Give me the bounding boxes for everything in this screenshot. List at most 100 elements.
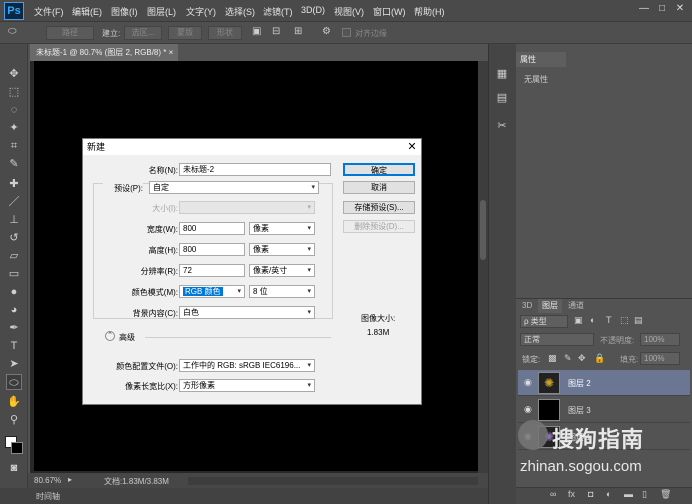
lock-image-icon[interactable]: ✎ xyxy=(564,353,572,364)
menu-view[interactable]: 视图(V) xyxy=(334,5,364,18)
quick-mask-icon[interactable]: ◙ xyxy=(6,460,22,476)
lasso-tool-icon[interactable]: ◌ xyxy=(6,102,22,118)
status-info-icon[interactable]: ▸ xyxy=(68,475,72,484)
background-color-swatch[interactable] xyxy=(11,442,23,454)
eraser-tool-icon[interactable]: ▱ xyxy=(6,248,22,264)
path-operations-icon[interactable]: ▣ xyxy=(252,26,261,37)
close-icon[interactable]: ✕ xyxy=(672,2,688,16)
new-group-icon[interactable]: ▬ xyxy=(624,489,633,499)
tools-panel-icon[interactable]: ✂ xyxy=(494,118,510,134)
history-panel-icon[interactable]: ▦ xyxy=(494,66,510,82)
color-profile-select[interactable]: 工作中的 RGB: sRGB IEC6196... ▾ xyxy=(179,359,315,372)
type-tool-icon[interactable]: T xyxy=(6,338,22,354)
pen-tool-icon[interactable]: ✒ xyxy=(6,320,22,336)
save-preset-button[interactable]: 存储预设(S)... xyxy=(343,201,415,214)
opacity-field[interactable]: 100% xyxy=(640,333,680,346)
menu-layer[interactable]: 图层(L) xyxy=(147,5,176,18)
name-field[interactable]: 未标题-2 xyxy=(179,163,331,176)
advanced-label[interactable]: 高级 xyxy=(119,332,135,343)
tab-layers[interactable]: 图层 xyxy=(538,299,562,313)
path-alignment-icon[interactable]: ⊟ xyxy=(272,26,280,37)
horizontal-scrollbar[interactable] xyxy=(188,477,478,485)
eye-icon[interactable]: ◉ xyxy=(524,404,532,415)
filter-smart-icon[interactable]: ▤ xyxy=(634,315,643,326)
layer-name[interactable]: 图层 3 xyxy=(568,405,591,416)
stamp-tool-icon[interactable]: ⊥ xyxy=(6,212,22,228)
menu-filter[interactable]: 滤镜(T) xyxy=(263,5,293,18)
height-unit-select[interactable]: 像素 ▾ xyxy=(249,243,315,256)
ok-button[interactable]: 确定 xyxy=(343,163,415,176)
layer-row[interactable]: ◉ ✺ 图层 2 xyxy=(518,370,690,396)
menu-type[interactable]: 文字(Y) xyxy=(186,5,216,18)
menu-edit[interactable]: 编辑(E) xyxy=(72,5,102,18)
path-selection-tool-icon[interactable]: ➤ xyxy=(6,356,22,372)
lock-position-icon[interactable]: ✥ xyxy=(578,353,586,364)
pixel-aspect-select[interactable]: 方形像素 ▾ xyxy=(179,379,315,392)
preset-select[interactable]: 自定 ▾ xyxy=(149,181,319,194)
fill-field[interactable]: 100% xyxy=(640,352,680,365)
layer-name[interactable]: 图层 2 xyxy=(568,378,591,389)
tab-channels[interactable]: 通道 xyxy=(564,299,588,313)
filter-pixel-icon[interactable]: ▣ xyxy=(574,315,583,326)
ellipse-tool-icon[interactable]: ⬭ xyxy=(8,26,30,40)
make-selection-button[interactable]: 选区... xyxy=(124,26,162,40)
layer-row[interactable]: ◉ 图层 3 xyxy=(518,397,690,423)
width-field[interactable]: 800 xyxy=(179,222,245,235)
timeline-tab[interactable]: 时间轴 xyxy=(36,491,60,502)
filter-type-icon[interactable]: T xyxy=(606,315,612,325)
properties-tab[interactable]: 属性 xyxy=(516,52,566,67)
height-field[interactable]: 800 xyxy=(179,243,245,256)
menu-image[interactable]: 图像(I) xyxy=(111,5,138,18)
history-brush-tool-icon[interactable]: ↺ xyxy=(6,230,22,246)
make-shape-button[interactable]: 形状 xyxy=(208,26,242,40)
delete-layer-icon[interactable]: 🗑 xyxy=(660,489,671,500)
document-tab[interactable]: 未标题-1 @ 80.7% (图层 2, RGB/8) * × xyxy=(30,44,178,61)
minimize-icon[interactable]: — xyxy=(636,2,652,16)
brush-tool-icon[interactable]: ／ xyxy=(6,194,22,210)
close-icon[interactable]: × xyxy=(169,48,174,57)
close-icon[interactable]: ✕ xyxy=(405,140,419,154)
dodge-tool-icon[interactable]: ◕ xyxy=(6,302,22,318)
make-mask-button[interactable]: 蒙版 xyxy=(168,26,202,40)
maximize-icon[interactable]: □ xyxy=(654,2,670,16)
collapse-advanced-icon[interactable]: ⌃ xyxy=(105,331,115,341)
eyedropper-tool-icon[interactable]: ✎ xyxy=(6,156,22,172)
vertical-scrollbar[interactable] xyxy=(478,61,488,473)
marquee-tool-icon[interactable]: ⬚ xyxy=(6,84,22,100)
blend-mode-select[interactable]: 正常 xyxy=(520,333,594,346)
healing-brush-tool-icon[interactable]: ✚ xyxy=(6,176,22,192)
add-mask-icon[interactable]: ◘ xyxy=(588,489,593,499)
zoom-level[interactable]: 80.67% xyxy=(34,476,61,485)
filter-shape-icon[interactable]: ⬚ xyxy=(620,315,629,326)
lock-all-icon[interactable]: 🔒 xyxy=(594,353,605,364)
vertical-scrollbar-thumb[interactable] xyxy=(480,200,486,260)
shape-mode-select[interactable]: 路径 xyxy=(46,26,94,40)
resolution-unit-select[interactable]: 像素/英寸 ▾ xyxy=(249,264,315,277)
menu-select[interactable]: 选择(S) xyxy=(225,5,255,18)
lock-transparent-icon[interactable]: ▩ xyxy=(548,353,557,364)
layer-filter-select[interactable]: ρ 类型 xyxy=(520,315,568,328)
cancel-button[interactable]: 取消 xyxy=(343,181,415,194)
link-layers-icon[interactable]: ∞ xyxy=(550,489,556,499)
gear-icon[interactable]: ⚙ xyxy=(322,26,331,37)
tab-3d[interactable]: 3D xyxy=(518,299,536,313)
adjustments-panel-icon[interactable]: ▤ xyxy=(494,90,510,106)
hand-tool-icon[interactable]: ✋ xyxy=(6,394,22,410)
new-layer-icon[interactable]: ▯ xyxy=(642,489,647,500)
crop-tool-icon[interactable]: ⌗ xyxy=(6,138,22,154)
width-unit-select[interactable]: 像素 ▾ xyxy=(249,222,315,235)
eye-icon[interactable]: ◉ xyxy=(524,377,532,388)
path-arrangement-icon[interactable]: ⊞ xyxy=(294,26,302,37)
align-edges-checkbox[interactable] xyxy=(342,28,351,37)
adjustment-layer-icon[interactable]: ◐ xyxy=(606,489,611,499)
menu-3d[interactable]: 3D(D) xyxy=(301,5,325,15)
menu-file[interactable]: 文件(F) xyxy=(34,5,64,18)
blur-tool-icon[interactable]: ● xyxy=(6,284,22,300)
background-select[interactable]: 白色 ▾ xyxy=(179,306,315,319)
move-tool-icon[interactable]: ✥ xyxy=(6,66,22,82)
filter-adjust-icon[interactable]: ◐ xyxy=(590,315,595,325)
magic-wand-tool-icon[interactable]: ✦ xyxy=(6,120,22,136)
resolution-field[interactable]: 72 xyxy=(179,264,245,277)
menu-help[interactable]: 帮助(H) xyxy=(414,5,445,18)
ellipse-shape-tool-icon[interactable]: ⬭ xyxy=(6,374,22,390)
